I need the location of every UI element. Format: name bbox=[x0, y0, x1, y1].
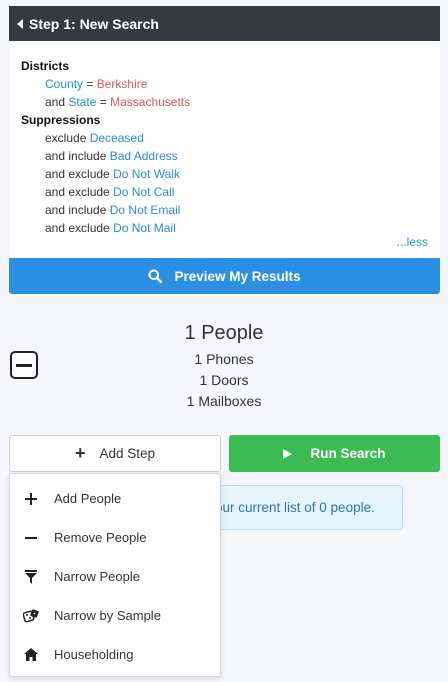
suppression-row: and exclude Do Not Mail bbox=[21, 219, 428, 237]
step-card: Step 1: New Search Districts County = Be… bbox=[9, 6, 440, 294]
district-op: = bbox=[86, 77, 94, 91]
people-count: 1 People bbox=[184, 322, 264, 344]
less-link[interactable]: ...less bbox=[397, 233, 428, 251]
phones-count: 1 Phones bbox=[194, 351, 254, 367]
collapse-button[interactable] bbox=[10, 351, 38, 379]
minus-icon bbox=[23, 530, 39, 546]
add-step-menu: Add People Remove People Narrow People N… bbox=[9, 473, 221, 677]
suppression-action: and include bbox=[45, 203, 107, 217]
suppression-action: and include bbox=[45, 149, 107, 163]
district-op: = bbox=[99, 95, 107, 109]
run-search-label: Run Search bbox=[310, 446, 386, 461]
suppression-row: and include Bad Address bbox=[21, 147, 428, 165]
menu-item-label: Add People bbox=[54, 491, 122, 506]
suppression-name[interactable]: Deceased bbox=[90, 131, 144, 145]
menu-item-label: Householding bbox=[54, 647, 134, 662]
home-icon bbox=[23, 647, 39, 663]
district-value[interactable]: Massachusetts bbox=[110, 95, 190, 109]
suppression-name[interactable]: Bad Address bbox=[110, 149, 178, 163]
suppression-row: exclude Deceased bbox=[21, 129, 428, 147]
suppression-row: and exclude Do Not Call bbox=[21, 183, 428, 201]
menu-item-add-people[interactable]: Add People bbox=[10, 479, 220, 518]
filter-icon bbox=[23, 569, 39, 585]
district-field[interactable]: County bbox=[45, 77, 83, 91]
info-alert: our current list of 0 people. bbox=[200, 485, 403, 530]
menu-item-label: Narrow People bbox=[54, 569, 140, 584]
district-row: and State = Massachusetts bbox=[21, 93, 428, 111]
menu-item-label: Narrow by Sample bbox=[54, 608, 161, 623]
districts-title: Districts bbox=[21, 59, 70, 73]
plus-icon bbox=[23, 491, 39, 507]
suppression-action: and exclude bbox=[45, 167, 110, 181]
play-icon bbox=[283, 448, 293, 459]
suppression-name[interactable]: Do Not Walk bbox=[113, 167, 180, 181]
dice-icon bbox=[23, 608, 39, 624]
plus-icon: + bbox=[74, 443, 86, 463]
suppressions-title: Suppressions bbox=[21, 113, 101, 127]
minus-icon bbox=[16, 363, 32, 367]
suppression-row: and include Do Not Email bbox=[21, 201, 428, 219]
district-row: County = Berkshire bbox=[21, 75, 428, 93]
suppression-action: exclude bbox=[45, 131, 87, 145]
menu-item-narrow-by-sample[interactable]: Narrow by Sample bbox=[10, 596, 220, 635]
caret-left-icon bbox=[17, 18, 23, 29]
suppression-name[interactable]: Do Not Email bbox=[110, 203, 181, 217]
district-value[interactable]: Berkshire bbox=[97, 77, 148, 91]
step-summary: Districts County = Berkshire and State =… bbox=[9, 41, 440, 258]
add-step-button[interactable]: + Add Step bbox=[9, 435, 221, 472]
info-text: our current list of 0 people. bbox=[215, 500, 375, 515]
preview-results-button[interactable]: Preview My Results bbox=[9, 258, 440, 294]
preview-label: Preview My Results bbox=[174, 268, 301, 284]
run-search-button[interactable]: Run Search bbox=[229, 435, 440, 472]
menu-item-label: Remove People bbox=[54, 530, 147, 545]
menu-item-narrow-people[interactable]: Narrow People bbox=[10, 557, 220, 596]
step-title: Step 1: New Search bbox=[29, 15, 159, 32]
doors-count: 1 Doors bbox=[199, 372, 249, 388]
add-step-label: Add Step bbox=[99, 446, 156, 461]
suppression-action: and exclude bbox=[45, 221, 110, 235]
suppression-name[interactable]: Do Not Call bbox=[113, 185, 174, 199]
menu-item-remove-people[interactable]: Remove People bbox=[10, 518, 220, 557]
suppression-action: and exclude bbox=[45, 185, 110, 199]
mailboxes-count: 1 Mailboxes bbox=[186, 393, 262, 409]
menu-item-householding[interactable]: Householding bbox=[10, 635, 220, 674]
suppression-row: and exclude Do Not Walk bbox=[21, 165, 428, 183]
suppression-name[interactable]: Do Not Mail bbox=[113, 221, 176, 235]
search-icon bbox=[148, 269, 163, 283]
district-field[interactable]: State bbox=[68, 95, 96, 109]
district-prefix: and bbox=[45, 95, 66, 109]
step-header[interactable]: Step 1: New Search bbox=[9, 6, 440, 41]
